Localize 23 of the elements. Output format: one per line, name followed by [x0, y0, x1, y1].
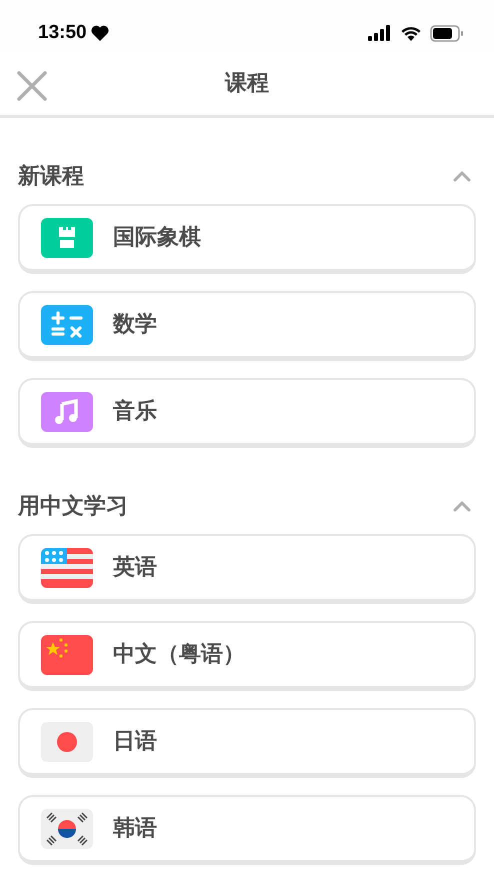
course-item[interactable]: 英语	[18, 534, 476, 604]
section-title: 用中文学习	[18, 492, 128, 520]
flag-icon	[41, 634, 93, 674]
course-item[interactable]: 韩语	[18, 795, 476, 865]
course-item[interactable]: 日语	[18, 708, 476, 778]
signal-icon	[368, 25, 392, 41]
flag-icon	[41, 722, 93, 762]
page-title: 课程	[225, 70, 269, 98]
rook-icon	[41, 218, 93, 258]
flag-icon	[41, 808, 93, 848]
course-item[interactable]: 数学	[18, 291, 476, 361]
course-item[interactable]: 音乐	[18, 378, 476, 448]
music-note-icon	[41, 392, 93, 432]
section-title: 新课程	[18, 162, 84, 190]
battery-icon	[430, 24, 464, 42]
flag-icon	[41, 548, 93, 588]
status-time: 13:50	[38, 20, 87, 45]
close-button[interactable]	[14, 68, 50, 104]
calculator-icon	[41, 304, 93, 344]
course-item[interactable]: 中文（粤语）	[18, 621, 476, 691]
wifi-icon	[400, 25, 422, 41]
course-item[interactable]: 国际象棋	[18, 204, 476, 274]
heart-icon	[90, 25, 109, 41]
